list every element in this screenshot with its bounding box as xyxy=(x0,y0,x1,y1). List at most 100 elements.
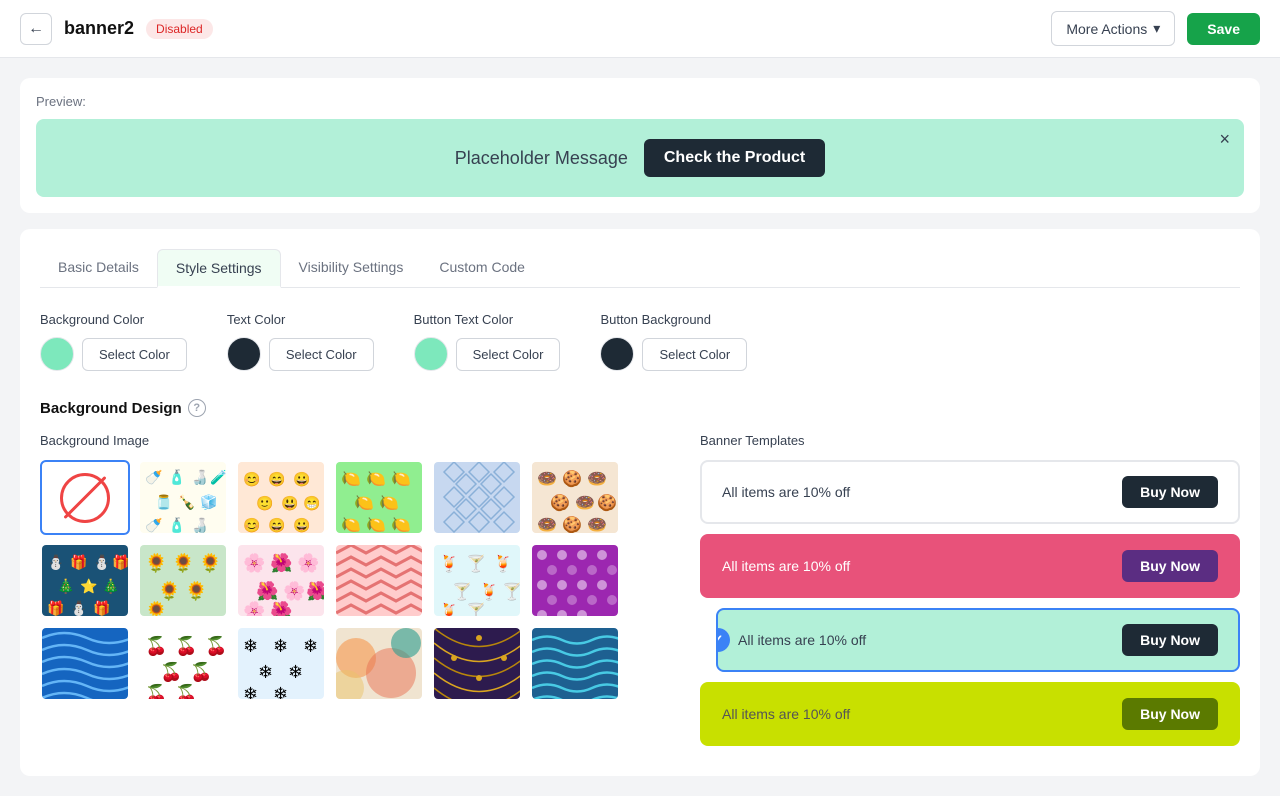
tab-basic-details[interactable]: Basic Details xyxy=(40,249,157,288)
background-color-selector: Select Color xyxy=(40,337,187,371)
background-color-field: Background Color Select Color xyxy=(40,312,187,371)
svg-text:🌻: 🌻 xyxy=(172,552,194,573)
main-content: Preview: Placeholder Message Check the P… xyxy=(0,58,1280,796)
svg-text:🎁: 🎁 xyxy=(112,554,129,571)
image-snowflakes[interactable]: ❄❄❄ ❄❄ ❄❄ xyxy=(236,626,326,701)
app-header: ← banner2 Disabled More Actions ▾ Save xyxy=(0,0,1280,58)
banner-cta-button[interactable]: Check the Product xyxy=(644,139,825,177)
svg-text:🍩: 🍩 xyxy=(537,471,557,488)
svg-text:🌸: 🌸 xyxy=(243,552,265,573)
art-deco-pattern xyxy=(434,628,522,701)
template-pink-button[interactable]: Buy Now xyxy=(1122,550,1218,582)
tab-visibility-settings[interactable]: Visibility Settings xyxy=(281,249,422,288)
banner-close-button[interactable]: × xyxy=(1219,129,1230,150)
button-text-color-selector: Select Color xyxy=(414,337,561,371)
image-sunflower[interactable]: 🌻🌻🌻 🌻🌻 🌻 xyxy=(138,543,228,618)
svg-text:🍩: 🍩 xyxy=(575,495,595,512)
svg-text:🍒: 🍒 xyxy=(190,661,212,683)
svg-text:🍪: 🍪 xyxy=(562,515,582,533)
svg-text:🍶: 🍶 xyxy=(191,469,208,486)
svg-text:🎄: 🎄 xyxy=(57,578,74,595)
svg-text:🍼: 🍼 xyxy=(145,469,163,485)
svg-text:🍸: 🍸 xyxy=(466,602,486,618)
image-cocktails[interactable]: 🍹🍸🍹 🍸🍹🍸 🍹🍸 xyxy=(432,543,522,618)
template-white-text: All items are 10% off xyxy=(722,484,850,500)
svg-text:🍹: 🍹 xyxy=(439,602,459,618)
svg-text:🌺: 🌺 xyxy=(270,552,292,573)
banner-templates-label: Banner Templates xyxy=(700,433,1240,448)
svg-text:🍒: 🍒 xyxy=(175,683,197,701)
svg-text:🍩: 🍩 xyxy=(587,471,607,488)
svg-text:🍋: 🍋 xyxy=(391,516,411,533)
image-cherries[interactable]: 🍒🍒🍒 🍒🍒 🍒🍒 xyxy=(138,626,228,701)
background-color-button[interactable]: Select Color xyxy=(82,338,187,371)
text-color-selector: Select Color xyxy=(227,337,374,371)
svg-text:🍒: 🍒 xyxy=(160,661,182,683)
tab-custom-code[interactable]: Custom Code xyxy=(421,249,543,288)
button-bg-color-button[interactable]: Select Color xyxy=(642,338,747,371)
image-abstract[interactable] xyxy=(334,626,424,701)
button-text-color-button[interactable]: Select Color xyxy=(456,338,561,371)
template-yellow-button[interactable]: Buy Now xyxy=(1122,698,1218,730)
image-none[interactable] xyxy=(40,460,130,535)
svg-text:🧴: 🧴 xyxy=(168,517,185,533)
template-mint[interactable]: ✓ All items are 10% off Buy Now xyxy=(716,608,1240,672)
template-white-button[interactable]: Buy Now xyxy=(1122,476,1218,508)
svg-text:🌻: 🌻 xyxy=(199,552,221,573)
image-donuts[interactable]: 🍩🍪🍩 🍪🍩🍪 🍩🍪🍩 xyxy=(530,460,620,535)
svg-text:😊: 😊 xyxy=(243,517,260,533)
svg-text:🫙: 🫙 xyxy=(155,494,172,511)
image-blue-waves[interactable] xyxy=(40,626,130,701)
image-pastel[interactable]: 🌸🌺🌸 🌺🌸🌺 🌸🌺 xyxy=(236,543,326,618)
image-chevron[interactable] xyxy=(334,543,424,618)
back-button[interactable]: ← xyxy=(20,13,52,45)
background-image-section: Background Image 🍼🧴🍶🧪 xyxy=(40,433,660,756)
svg-text:🍋: 🍋 xyxy=(341,516,361,533)
svg-text:🎁: 🎁 xyxy=(70,554,87,571)
save-button[interactable]: Save xyxy=(1187,13,1260,45)
svg-text:🍋: 🍋 xyxy=(366,470,386,488)
svg-text:🌻: 🌻 xyxy=(145,552,167,573)
template-mint-button[interactable]: Buy Now xyxy=(1122,624,1218,656)
svg-text:❄: ❄ xyxy=(258,662,273,682)
svg-text:🍪: 🍪 xyxy=(562,469,582,488)
ocean-waves-pattern xyxy=(532,628,620,701)
image-limes[interactable]: 🍋🍋🍋 🍋🍋 🍋🍋🍋 xyxy=(334,460,424,535)
svg-text:⛄: ⛄ xyxy=(93,554,110,571)
svg-text:🌻: 🌻 xyxy=(158,580,180,601)
chevron-down-icon: ▾ xyxy=(1153,20,1160,37)
cherries-pattern: 🍒🍒🍒 🍒🍒 🍒🍒 xyxy=(140,628,228,701)
svg-text:🌺: 🌺 xyxy=(270,600,292,618)
banner-preview: Placeholder Message Check the Product × xyxy=(36,119,1244,197)
image-art-deco[interactable] xyxy=(432,626,522,701)
snowflakes-pattern: ❄❄❄ ❄❄ ❄❄ xyxy=(238,628,326,701)
help-icon[interactable]: ? xyxy=(188,399,206,417)
image-faces[interactable]: 😊😄😀 🙂😃😁 😊😄😀 xyxy=(236,460,326,535)
template-yellow[interactable]: All items are 10% off Buy Now xyxy=(700,682,1240,746)
svg-text:😃: 😃 xyxy=(281,495,298,511)
tab-style-settings[interactable]: Style Settings xyxy=(157,249,281,288)
svg-text:😊: 😊 xyxy=(243,471,260,487)
image-xmas[interactable]: ⛄🎁⛄🎁 🎄⭐🎄 🎁⛄🎁 xyxy=(40,543,130,618)
template-white[interactable]: All items are 10% off Buy Now xyxy=(700,460,1240,524)
svg-text:🌺: 🌺 xyxy=(256,580,278,601)
background-color-label: Background Color xyxy=(40,312,187,327)
svg-text:⛄: ⛄ xyxy=(70,600,87,617)
color-settings-row: Background Color Select Color Text Color… xyxy=(40,312,1240,371)
image-purple-dots[interactable] xyxy=(530,543,620,618)
svg-text:🍸: 🍸 xyxy=(452,582,472,601)
svg-text:🍹: 🍹 xyxy=(493,554,513,573)
image-diamonds[interactable] xyxy=(432,460,522,535)
more-actions-button[interactable]: More Actions ▾ xyxy=(1051,11,1175,46)
image-bottles[interactable]: 🍼🧴🍶🧪 🫙🍾🧊 🍼🧴🍶 xyxy=(138,460,228,535)
image-ocean-waves[interactable] xyxy=(530,626,620,701)
svg-text:🍒: 🍒 xyxy=(145,635,167,657)
status-badge: Disabled xyxy=(146,19,213,39)
svg-text:❄: ❄ xyxy=(243,684,258,701)
svg-text:🧊: 🧊 xyxy=(200,494,217,511)
text-color-button[interactable]: Select Color xyxy=(269,338,374,371)
template-pink[interactable]: All items are 10% off Buy Now xyxy=(700,534,1240,598)
svg-text:🍪: 🍪 xyxy=(550,493,570,512)
bottles-pattern: 🍼🧴🍶🧪 🫙🍾🧊 🍼🧴🍶 xyxy=(140,462,226,533)
svg-text:🧪: 🧪 xyxy=(210,469,226,486)
